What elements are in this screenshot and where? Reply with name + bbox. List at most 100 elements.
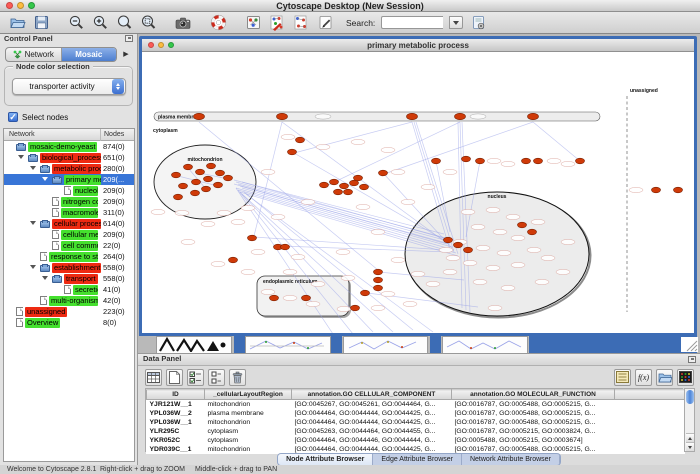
table-cell[interactable]: mitochondrion: [205, 418, 292, 427]
tree-row-label[interactable]: response to stimulu: [49, 252, 98, 262]
table-column-header[interactable]: [615, 390, 685, 400]
table-row[interactable]: YKR052Ccytoplasm[GO:0044464, GO:0044446,…: [147, 436, 685, 445]
tree-row[interactable]: nucleobase-209(0): [4, 185, 134, 196]
table-row[interactable]: YJR121W__1mitochondrion[GO:0045267, GO:0…: [147, 400, 685, 409]
select-nodes-checkbox[interactable]: ✓: [8, 112, 18, 122]
table-cell[interactable]: YLR295C: [147, 427, 205, 436]
table-cell[interactable]: [GO:0044464, GO:0044444, GO:0044425, G..…: [292, 418, 452, 427]
tree-row[interactable]: multi-organism pro42(0): [4, 295, 134, 306]
disclosure-triangle-icon[interactable]: [42, 276, 48, 280]
tree-row-label[interactable]: establishment of lo: [52, 263, 101, 273]
unselect-attributes-icon[interactable]: [208, 369, 225, 386]
tree-row[interactable]: cellular metabo209(0): [4, 229, 134, 240]
import-attributes-icon[interactable]: [656, 369, 673, 386]
background-window-edge[interactable]: [234, 336, 245, 353]
table-cell[interactable]: YPL036W__1: [147, 418, 205, 427]
disclosure-triangle-icon[interactable]: [18, 155, 24, 159]
network-graph[interactable]: plasma membranecytoplasmendoplasmic reti…: [148, 82, 692, 333]
tree-row[interactable]: establishment of lo558(0): [4, 262, 134, 273]
zoom-fit-icon[interactable]: [139, 14, 157, 32]
table-column-header[interactable]: annotation.GO MOLECULAR_FUNCTION: [452, 390, 615, 400]
tree-row-label[interactable]: primary metabo: [64, 175, 101, 185]
background-window-thumbnail[interactable]: [343, 336, 428, 353]
tree-row[interactable]: mosaic-demo-yeast874(0): [4, 141, 134, 152]
open-icon[interactable]: [8, 14, 26, 32]
network-canvas[interactable]: plasma membranecytoplasmendoplasmic reti…: [142, 52, 694, 333]
tree-row[interactable]: response to stimulu264(0): [4, 251, 134, 262]
table-cell[interactable]: [615, 427, 685, 436]
annotation-icon[interactable]: [316, 14, 334, 32]
tree-row[interactable]: unassigned223(0): [4, 306, 134, 317]
tab-network[interactable]: Network: [6, 48, 62, 61]
background-window-edge[interactable]: [430, 336, 441, 353]
tree-row-label[interactable]: cellular process: [52, 219, 101, 229]
tab-node-attribute-browser[interactable]: Node Attribute Browser: [278, 454, 373, 465]
tree-row[interactable]: cellular process614(0): [4, 218, 134, 229]
save-icon[interactable]: [32, 14, 50, 32]
table-cell[interactable]: [615, 400, 685, 409]
table-cell[interactable]: YPL036W__2: [147, 409, 205, 418]
select-attributes-icon[interactable]: [187, 369, 204, 386]
table-cell[interactable]: YJR121W__1: [147, 400, 205, 409]
search-input[interactable]: [381, 16, 443, 29]
float-panel-icon[interactable]: [688, 356, 696, 363]
tree-row-label[interactable]: nucleobase-: [73, 186, 98, 196]
table-cell[interactable]: plasma membrane: [205, 409, 292, 418]
float-panel-icon[interactable]: [125, 35, 133, 42]
table-cell[interactable]: cytoplasm: [205, 427, 292, 436]
zoom-in-icon[interactable]: [91, 14, 109, 32]
search-report-icon[interactable]: [469, 14, 487, 32]
tree-row[interactable]: Overview8(0): [4, 317, 134, 328]
table-cell[interactable]: [GO:0016787, GO:0005488, GO:0005215, G..…: [452, 409, 615, 418]
table-cell[interactable]: [615, 409, 685, 418]
attribute-matrix-icon[interactable]: [677, 369, 694, 386]
tree-row[interactable]: biological_process651(0): [4, 152, 134, 163]
tree-row-label[interactable]: macromolecule: [61, 208, 98, 218]
tree-row-label[interactable]: unassigned: [25, 307, 67, 317]
search-dropdown-button[interactable]: [449, 16, 463, 29]
tree-row-label[interactable]: secretion: [73, 285, 98, 295]
table-cell[interactable]: [615, 418, 685, 427]
table-cell[interactable]: YKR052C: [147, 436, 205, 445]
tree-row-label[interactable]: multi-organism pro: [49, 296, 98, 306]
network-window-titlebar[interactable]: primary metabolic process: [142, 39, 694, 52]
table-cell[interactable]: [GO:0016787, GO:0005215, GO:0003824, G..…: [452, 427, 615, 436]
table-cell[interactable]: [GO:0016787, GO:0005488, GO:0005215, G..…: [452, 400, 615, 409]
table-cell[interactable]: [GO:0005488, GO:0005215, GO:0003674]: [452, 436, 615, 445]
table-icon[interactable]: [145, 369, 162, 386]
background-window-edge[interactable]: [331, 336, 342, 353]
tree-row[interactable]: secretion41(0): [4, 284, 134, 295]
overview-icon[interactable]: [244, 14, 262, 32]
table-column-header[interactable]: annotation.GO CELLULAR_COMPONENT: [292, 390, 452, 400]
disclosure-triangle-icon[interactable]: [42, 177, 48, 181]
scrollbar-thumb[interactable]: [686, 390, 694, 404]
tree-row-label[interactable]: metabolic process: [52, 164, 101, 174]
table-cell[interactable]: cytoplasm: [205, 436, 292, 445]
tree-row[interactable]: nitrogen compo209(0): [4, 196, 134, 207]
tree-row-label[interactable]: cell communicat: [61, 241, 98, 251]
zoom-selected-icon[interactable]: [115, 14, 133, 32]
tab-mosaic[interactable]: Mosaic: [62, 48, 117, 61]
tree-row[interactable]: metabolic process280(0): [4, 163, 134, 174]
table-scrollbar[interactable]: [684, 388, 695, 452]
table-cell[interactable]: [GO:0044464, GO:0044446, GO:0044444, G..…: [292, 436, 452, 445]
layout-a-icon[interactable]: [268, 14, 286, 32]
attribute-table[interactable]: ID_cellularLayoutRegionannotation.GO CEL…: [146, 389, 685, 454]
background-window-thumbnail[interactable]: [442, 336, 528, 353]
new-attribute-icon[interactable]: [166, 369, 183, 386]
attribute-list-icon[interactable]: [614, 369, 631, 386]
table-column-header[interactable]: _cellularLayoutRegion: [205, 390, 292, 400]
table-row[interactable]: YPL036W__1mitochondrion[GO:0044464, GO:0…: [147, 418, 685, 427]
zoom-out-icon[interactable]: [67, 14, 85, 32]
tree-row-label[interactable]: Overview: [25, 318, 60, 328]
tree-row-label[interactable]: cellular metabo: [61, 230, 98, 240]
tab-overflow-arrow[interactable]: ▶: [121, 50, 131, 60]
snapshot-icon[interactable]: [174, 14, 192, 32]
table-cell[interactable]: [GO:0045267, GO:0045261, GO:0044464, G..…: [292, 400, 452, 409]
tree-row[interactable]: primary metabo209(...: [4, 174, 134, 185]
tree-row-label[interactable]: transport: [64, 274, 98, 284]
table-row[interactable]: YLR295Ccytoplasm[GO:0045263, GO:0044464,…: [147, 427, 685, 436]
table-cell[interactable]: [GO:0016787, GO:0005488, GO:0005215, G..…: [452, 418, 615, 427]
scroll-up-icon[interactable]: [686, 433, 694, 442]
table-row[interactable]: YPL036W__2plasma membrane[GO:0044464, GO…: [147, 409, 685, 418]
